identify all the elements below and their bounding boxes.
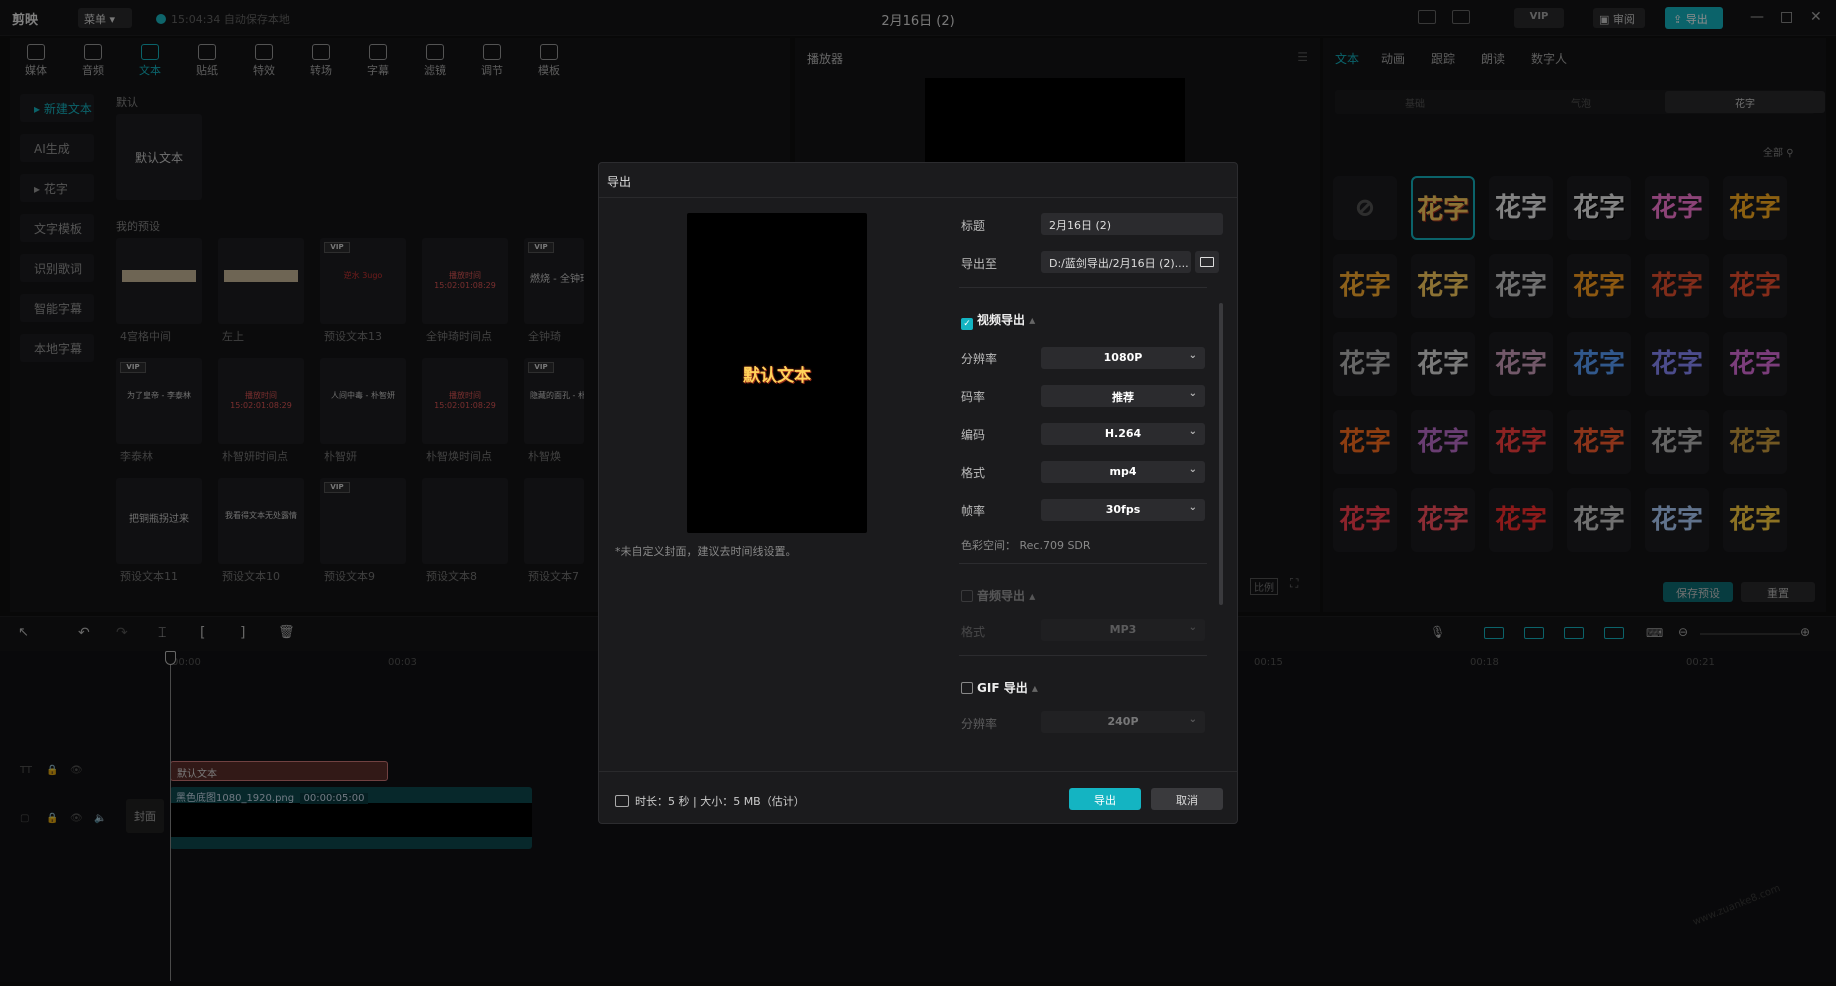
colorspace-info: 色彩空间： Rec.709 SDR: [961, 539, 1091, 552]
resolution-label: 分辨率: [961, 352, 998, 366]
resolution-select[interactable]: 1080P ⌄: [1041, 347, 1205, 369]
codec-select[interactable]: H.264 ⌄: [1041, 423, 1205, 445]
dialog-scrollbar[interactable]: [1219, 303, 1223, 605]
framerate-label: 帧率: [961, 504, 986, 518]
export-summary: 时长：5 秒 | 大小：5 MB（估计）: [615, 793, 805, 809]
folder-icon[interactable]: [1195, 251, 1219, 273]
checkbox-checked-icon[interactable]: ✓: [961, 318, 973, 330]
film-icon: [615, 795, 629, 807]
gif-resolution-label: 分辨率: [961, 717, 998, 731]
chevron-down-icon: ⌄: [1188, 426, 1197, 437]
gif-resolution-select[interactable]: 240P ⌄: [1041, 711, 1205, 733]
audio-format-label: 格式: [961, 625, 986, 639]
video-export-toggle[interactable]: ✓ 视频导出 ▴: [961, 311, 1035, 330]
gif-export-toggle[interactable]: GIF 导出 ▴: [961, 679, 1038, 696]
audio-export-toggle[interactable]: 音频导出 ▴: [961, 587, 1035, 604]
chevron-down-icon: ⌄: [1188, 622, 1197, 633]
chevron-down-icon: ⌄: [1188, 464, 1197, 475]
export-to-label: 导出至: [961, 257, 998, 271]
dialog-title: 导出: [607, 175, 632, 189]
framerate-select[interactable]: 30fps ⌄: [1041, 499, 1205, 521]
title-label: 标题: [961, 219, 986, 233]
chevron-down-icon: ⌄: [1188, 350, 1197, 361]
divider: [959, 287, 1207, 288]
title-input[interactable]: 2月16日 (2): [1041, 213, 1223, 235]
divider: [599, 197, 1237, 198]
cancel-button[interactable]: 取消: [1151, 788, 1223, 810]
export-preview: 默认文本: [687, 213, 867, 533]
cover-note: *未自定义封面，建议去时间线设置。: [615, 545, 797, 558]
divider: [959, 563, 1207, 564]
format-select[interactable]: mp4 ⌄: [1041, 461, 1205, 483]
chevron-down-icon: ⌄: [1188, 714, 1197, 725]
format-label: 格式: [961, 466, 986, 480]
bitrate-label: 码率: [961, 390, 986, 404]
checkbox-icon[interactable]: [961, 682, 973, 694]
app-window: 剪映 菜单 ▾ 15:04:34 自动保存本地 2月16日 (2) VIP ▣ …: [0, 0, 1836, 986]
export-path-input[interactable]: D:/蓝剑导出/2月16日 (2)....: [1041, 251, 1191, 273]
codec-label: 编码: [961, 428, 986, 442]
export-dialog: 导出 默认文本 *未自定义封面，建议去时间线设置。 标题 2月16日 (2) 导…: [598, 162, 1238, 824]
chevron-down-icon: ⌄: [1188, 388, 1197, 399]
chevron-down-icon: ⌄: [1188, 502, 1197, 513]
preview-text: 默认文本: [743, 366, 811, 386]
checkbox-icon[interactable]: [961, 590, 973, 602]
divider: [959, 655, 1207, 656]
bitrate-select[interactable]: 推荐 ⌄: [1041, 385, 1205, 407]
divider: [599, 771, 1237, 772]
export-button[interactable]: 导出: [1069, 788, 1141, 810]
audio-format-select[interactable]: MP3 ⌄: [1041, 619, 1205, 641]
